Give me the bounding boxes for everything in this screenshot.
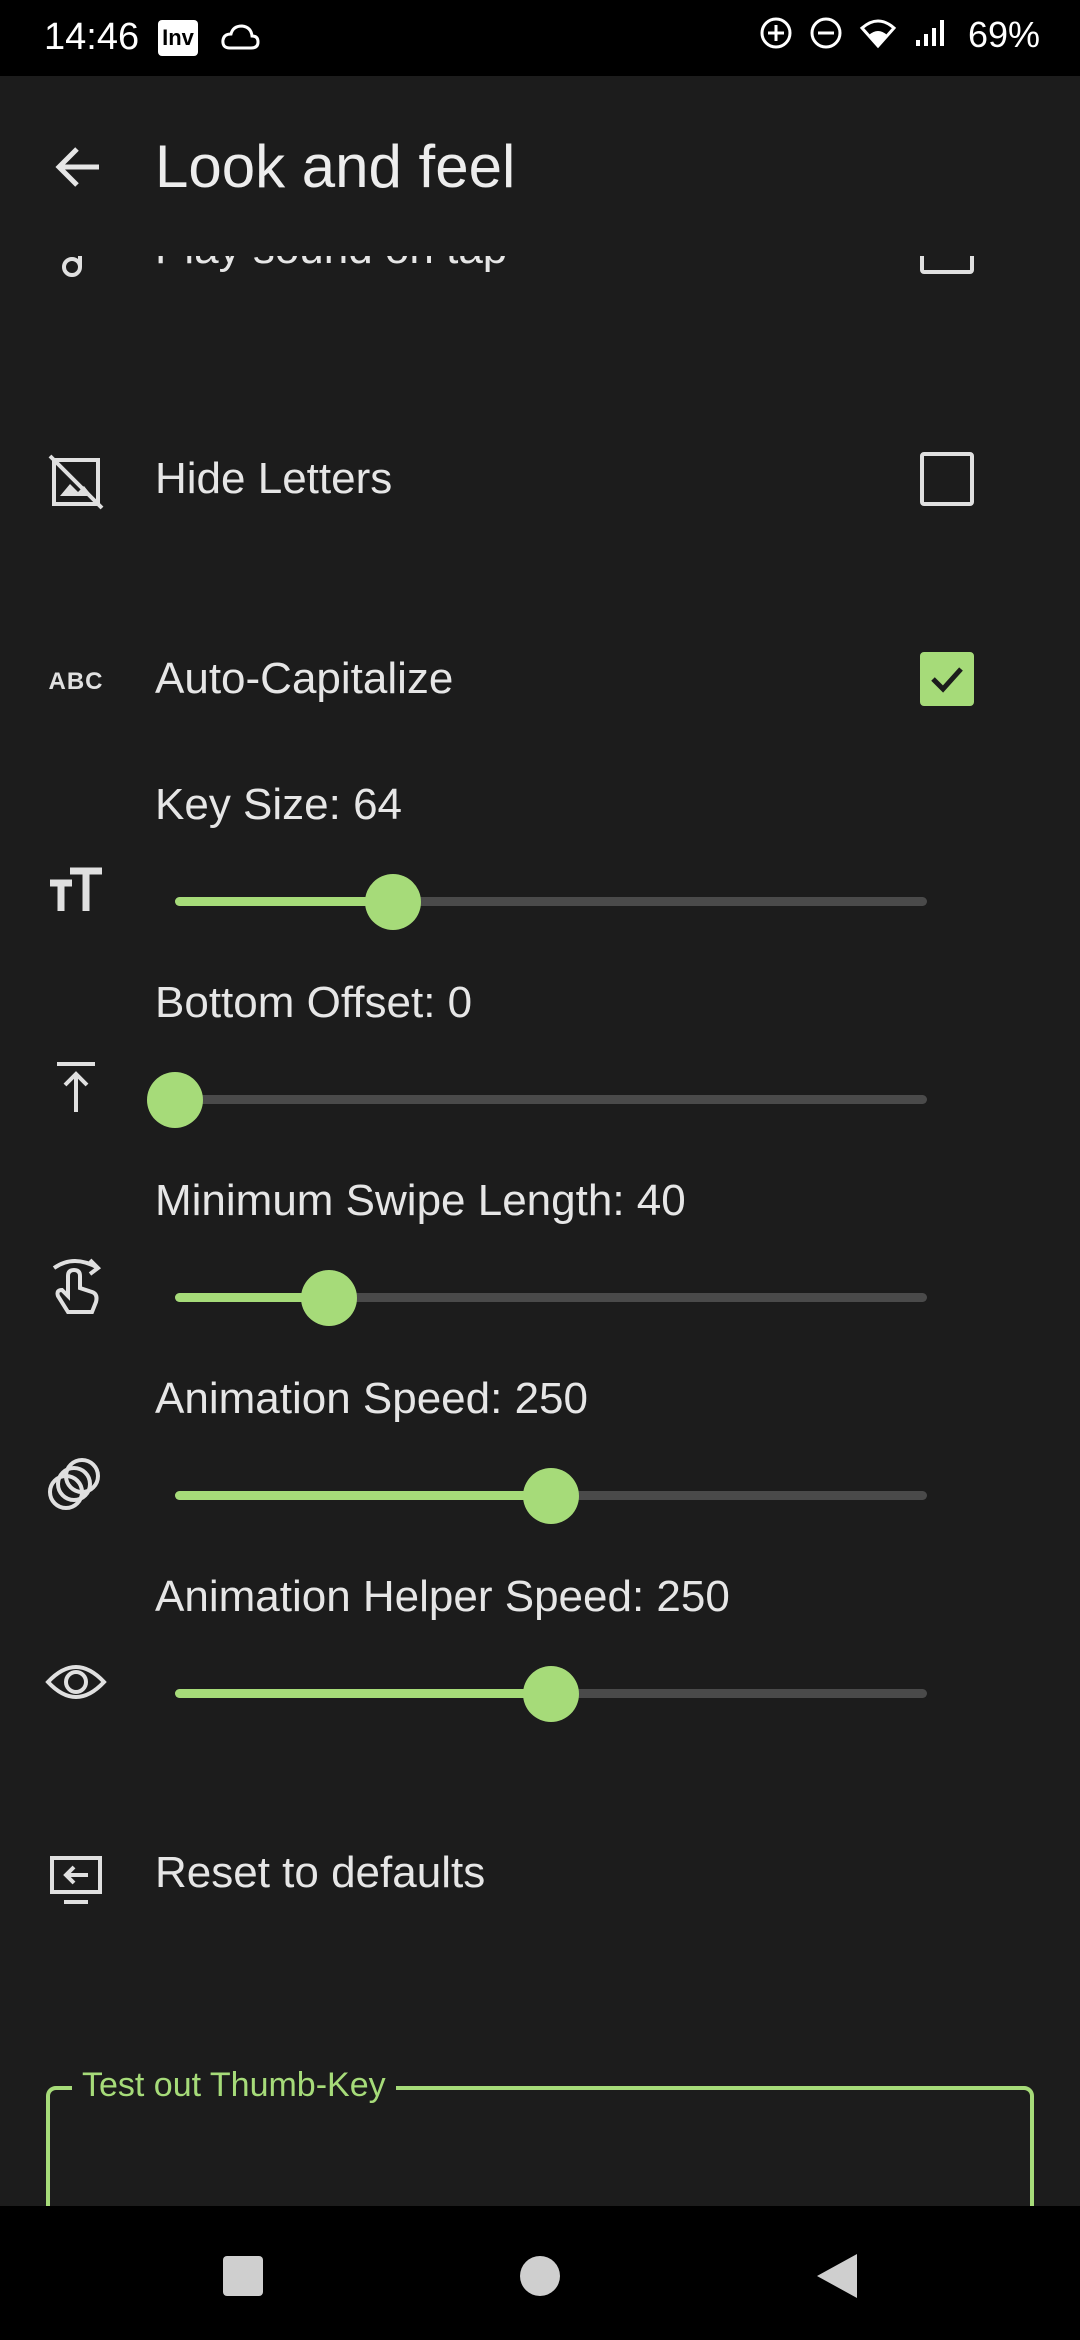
swipe-icon: [40, 1250, 112, 1322]
animation-icon: [40, 1448, 112, 1520]
slider-thumb[interactable]: [523, 1468, 579, 1524]
auto-capitalize-label: Auto-Capitalize: [155, 654, 454, 703]
slider-thumb[interactable]: [523, 1666, 579, 1722]
anim-helper-speed-slider[interactable]: [175, 1664, 927, 1724]
key-size-slider[interactable]: [175, 872, 927, 932]
key-size-setting: Key Size: 64: [0, 780, 1080, 970]
anim-helper-speed-setting: Animation Helper Speed: 250: [0, 1572, 1080, 1762]
app-bar: Look and feel: [0, 76, 1080, 256]
slider-fill: [175, 897, 394, 906]
battery-level: 69%: [967, 14, 1040, 55]
recents-button[interactable]: [203, 2236, 283, 2316]
min-swipe-slider[interactable]: [175, 1268, 927, 1328]
page-title: Look and feel: [155, 133, 516, 200]
hide-letters-checkbox[interactable]: [920, 452, 974, 506]
square-icon: [223, 2256, 263, 2296]
hide-letters-label: Hide Letters: [155, 454, 393, 503]
home-button[interactable]: [500, 2236, 580, 2316]
slider-thumb[interactable]: [301, 1270, 358, 1326]
arrow-back-icon: [55, 147, 99, 187]
test-keyboard-field[interactable]: Test out Thumb-Key: [46, 2066, 1034, 2206]
dnd-icon: [808, 15, 844, 56]
navigation-bar: [0, 2206, 1080, 2340]
wifi-icon: [858, 16, 898, 55]
reset-defaults-label: Reset to defaults: [155, 1848, 486, 1897]
check-icon: [931, 667, 963, 693]
min-swipe-setting: Minimum Swipe Length: 40: [0, 1176, 1080, 1366]
reset-screen-icon: [40, 1844, 112, 1916]
bottom-offset-slider[interactable]: [147, 1070, 927, 1130]
slider-thumb[interactable]: [147, 1072, 203, 1128]
signal-icon: [912, 16, 946, 55]
slider-track: [175, 1095, 927, 1104]
slider-fill: [175, 1689, 551, 1698]
slider-fill: [175, 1491, 551, 1500]
test-field-label: Test out Thumb-Key: [72, 2066, 396, 2105]
reset-defaults-row[interactable]: Reset to defaults: [0, 1836, 1080, 1956]
status-bar: 14:46 Inv 69%: [0, 0, 1080, 76]
anim-speed-label: Animation Speed: 250: [155, 1374, 588, 1423]
triangle-back-icon: [817, 2254, 857, 2298]
cloud-icon: [220, 22, 260, 57]
abc-icon: ABC: [48, 668, 104, 695]
hide-letters-row[interactable]: Hide Letters: [0, 446, 1080, 566]
auto-capitalize-checkbox[interactable]: [920, 652, 974, 706]
key-size-label: Key Size: 64: [155, 780, 403, 829]
slider-thumb[interactable]: [365, 874, 422, 930]
data-saver-icon: [758, 15, 794, 56]
back-nav-button[interactable]: [797, 2236, 877, 2316]
hide-image-icon: [40, 446, 112, 518]
anim-speed-setting: Animation Speed: 250: [0, 1374, 1080, 1564]
back-button[interactable]: [44, 132, 114, 202]
text-size-icon: [40, 854, 112, 926]
anim-helper-speed-label: Animation Helper Speed: 250: [155, 1572, 730, 1621]
vertical-align-top-icon: [40, 1052, 112, 1124]
anim-speed-slider[interactable]: [175, 1466, 927, 1526]
min-swipe-label: Minimum Swipe Length: 40: [155, 1176, 686, 1225]
circle-icon: [520, 2256, 560, 2296]
eye-icon: [40, 1646, 112, 1718]
bottom-offset-label: Bottom Offset: 0: [155, 978, 473, 1027]
settings-list: Play sound on tap Hide Letters ABC Auto-…: [0, 76, 1080, 2206]
status-time: 14:46: [44, 16, 140, 58]
bottom-offset-setting: Bottom Offset: 0: [0, 978, 1080, 1168]
inv-app-icon: Inv: [158, 20, 198, 56]
auto-capitalize-row[interactable]: ABC Auto-Capitalize: [0, 642, 1080, 762]
